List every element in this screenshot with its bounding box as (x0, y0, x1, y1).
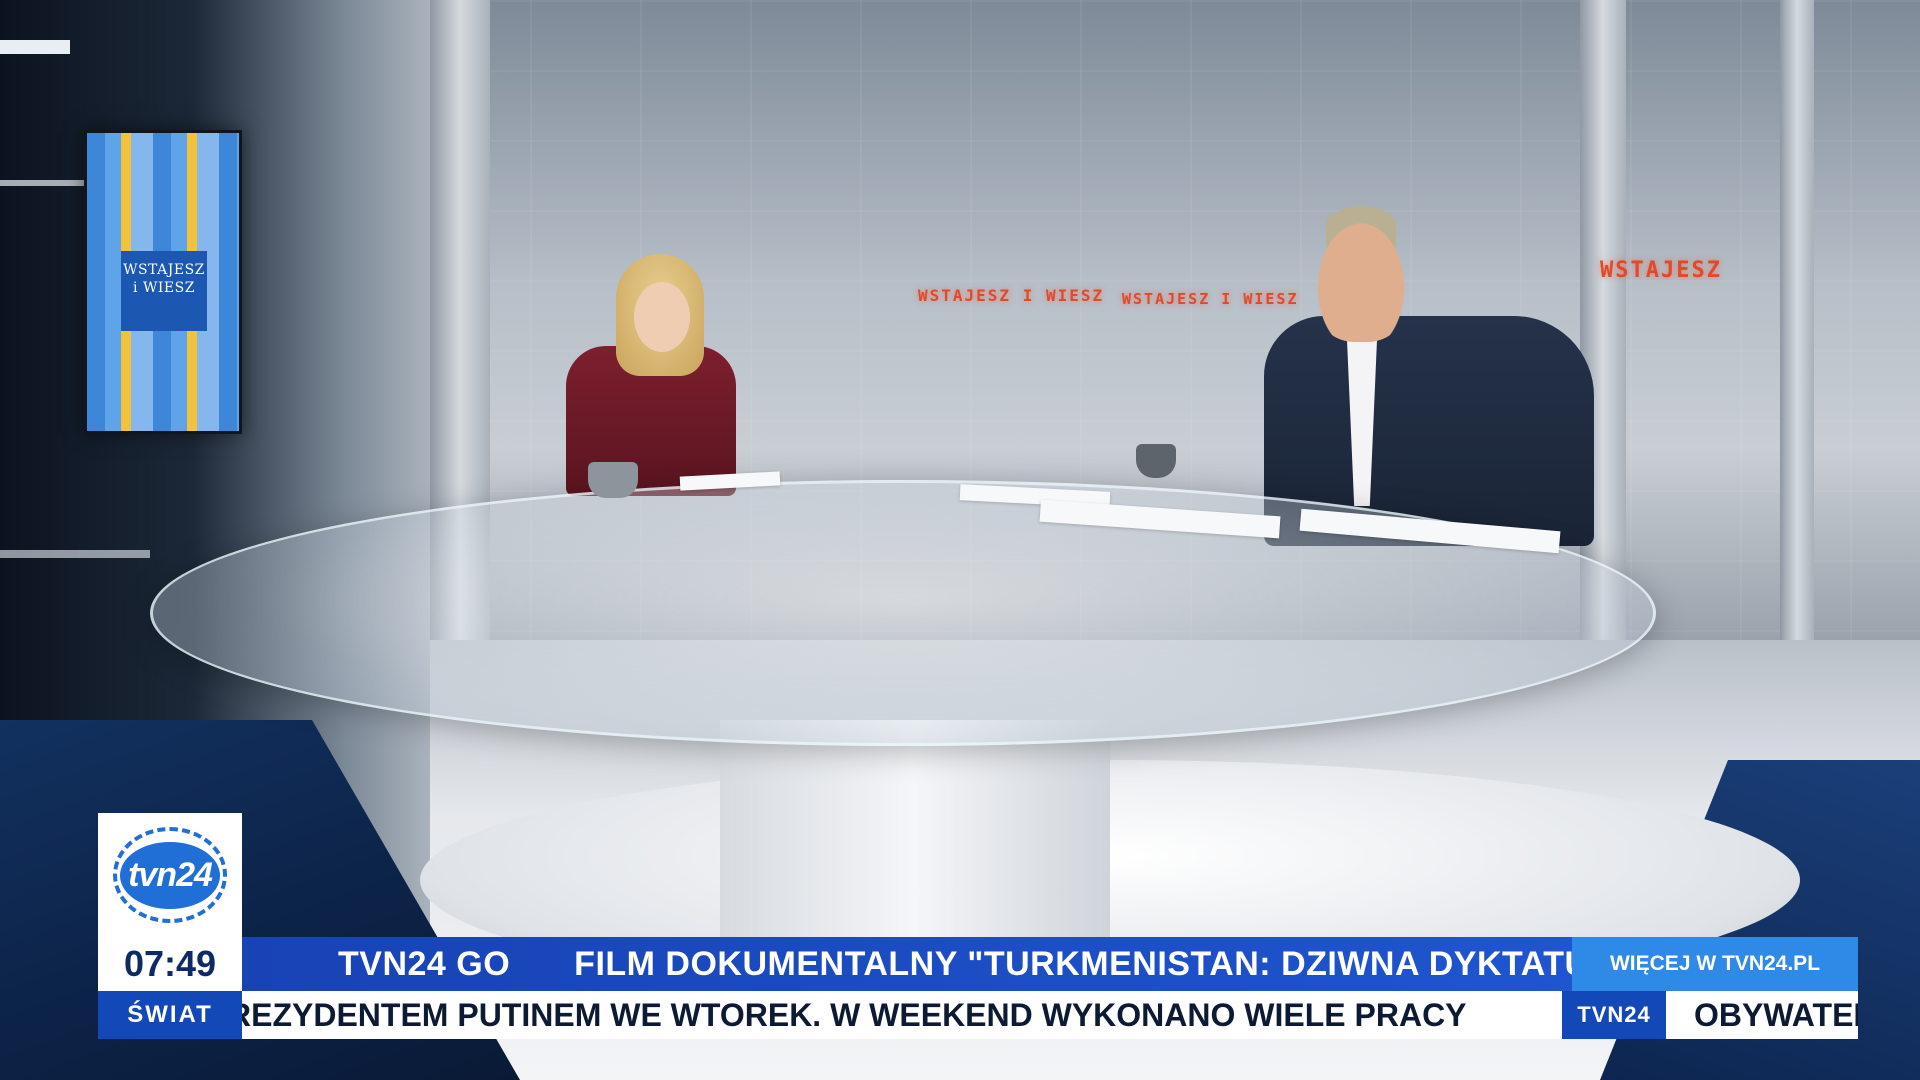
light-strip (0, 550, 150, 558)
screen-show-label: WSTAJESZ i WIESZ (121, 251, 207, 331)
channel-logo: tvn24 (98, 813, 242, 937)
presenter-female-face (634, 282, 690, 352)
light-strip (0, 40, 70, 54)
crawl-next-text: OBYWATEL (1694, 997, 1858, 1033)
crawl-text: REZYDENTEM PUTINEM WE WTOREK. W WEEKEND … (242, 997, 1467, 1033)
screen-label-line: i WIESZ (133, 280, 195, 296)
coffee-mug (588, 462, 638, 498)
news-crawl: REZYDENTEM PUTINEM WE WTOREK. W WEEKEND … (242, 991, 1562, 1039)
logo-ring: tvn24 (113, 827, 227, 923)
coffee-mug (1136, 444, 1176, 478)
news-crawl-next: OBYWATEL (1666, 991, 1858, 1039)
headline-bar: TVN24 GO FILM DOKUMENTALNY "TURKMENISTAN… (242, 937, 1656, 991)
section-label: ŚWIAT (98, 991, 242, 1039)
studio-led-sign: WSTAJESZ I WIESZ (1122, 290, 1299, 308)
studio-led-sign: WSTAJESZ (1600, 258, 1722, 283)
screen-label-line: WSTAJESZ (123, 262, 205, 278)
studio-led-sign: WSTAJESZ I WIESZ (918, 286, 1105, 305)
crawl-brand-badge: TVN24 (1562, 991, 1666, 1039)
studio-pillar (1780, 0, 1814, 640)
logo-text: tvn24 (120, 841, 220, 909)
video-frame: WSTAJESZ I WIESZ WSTAJESZ I WIESZ WSTAJE… (0, 0, 1920, 1080)
studio-screen: WSTAJESZ i WIESZ (84, 130, 242, 434)
more-info-label: WIĘCEJ W TVN24.PL (1572, 937, 1858, 991)
headline-tag: TVN24 GO (338, 944, 511, 983)
guest-male-head (1306, 206, 1416, 342)
headline-text: FILM DOKUMENTALNY "TURKMENISTAN: DZIWNA … (574, 944, 1657, 983)
on-air-clock: 07:49 (98, 937, 242, 991)
